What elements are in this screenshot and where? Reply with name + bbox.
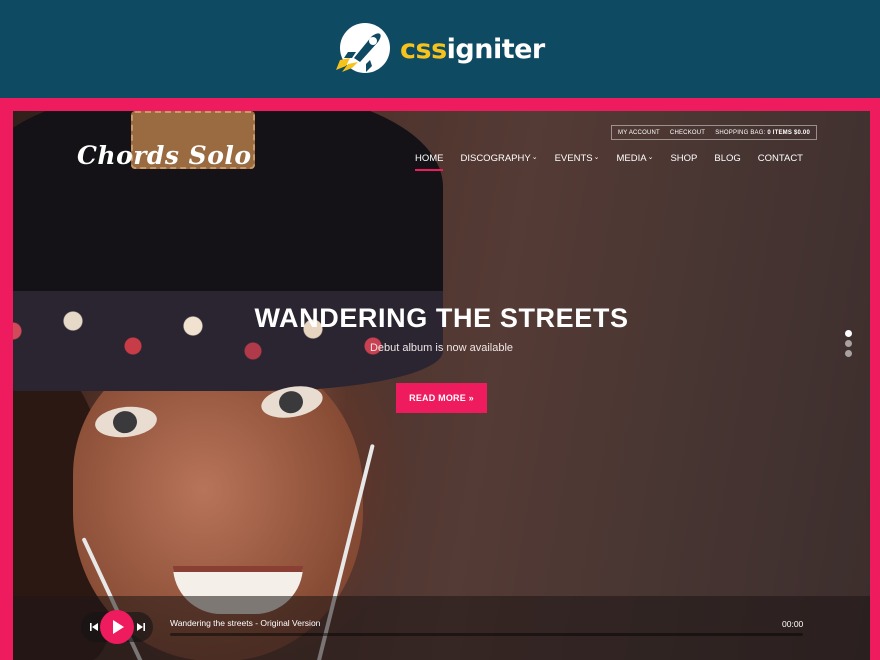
nav-item-label: BLOG: [714, 153, 741, 164]
nav-item-discography[interactable]: DISCOGRAPHY⌄: [460, 153, 537, 170]
nav-item-shop[interactable]: SHOP: [670, 153, 697, 170]
brand-wordmark: cssigniter: [400, 36, 545, 63]
hero-subtitle: Debut album is now available: [369, 342, 514, 354]
nav-item-blog[interactable]: BLOG: [714, 153, 740, 170]
nav-item-events[interactable]: EVENTS⌄: [555, 153, 600, 170]
nav-item-label: HOME: [414, 153, 444, 164]
bag-item-count: 0 ITEMS: [767, 129, 793, 136]
track-time: 00:00: [782, 619, 804, 629]
skip-back-icon[interactable]: [90, 623, 98, 633]
nav-item-home[interactable]: HOME: [414, 153, 444, 171]
audio-player: Wandering the streets - Original Version…: [13, 596, 870, 660]
chevron-down-icon: ⌄: [647, 154, 654, 161]
slider-dot[interactable]: [845, 330, 852, 337]
slider-pagination: [845, 330, 852, 357]
account-bar: MY ACCOUNT CHECKOUT SHOPPING BAG: 0 ITEM…: [611, 125, 817, 140]
cssigniter-brand[interactable]: cssigniter: [332, 22, 545, 76]
nav-item-label: MEDIA: [616, 153, 647, 164]
brand-prefix: css: [400, 33, 447, 65]
nav-item-label: SHOP: [670, 153, 698, 164]
shopping-bag-link[interactable]: SHOPPING BAG: 0 ITEMS $0.00: [715, 130, 810, 136]
slider-dot[interactable]: [845, 340, 852, 347]
nav-item-label: EVENTS: [554, 153, 593, 164]
nav-item-label: DISCOGRAPHY: [460, 153, 531, 164]
track-title: Wandering the streets - Original Version: [170, 618, 321, 628]
cssigniter-header: cssigniter: [0, 0, 880, 98]
brand-suffix: igniter: [446, 33, 546, 65]
hero-title: WANDERING THE STREETS: [254, 303, 629, 333]
rocket-icon: [332, 22, 392, 76]
my-account-link[interactable]: MY ACCOUNT: [618, 130, 660, 136]
nav-item-contact[interactable]: CONTACT: [758, 153, 803, 170]
site-overlay: MY ACCOUNT CHECKOUT SHOPPING BAG: 0 ITEM…: [13, 111, 870, 660]
track-progress-bar[interactable]: [170, 633, 803, 636]
chevron-down-icon: ⌄: [531, 154, 538, 161]
nav-item-media[interactable]: MEDIA⌄: [616, 153, 653, 170]
slider-dot[interactable]: [845, 350, 852, 357]
nav-item-label: CONTACT: [757, 153, 803, 164]
bag-total: $0.00: [793, 129, 810, 136]
site-logo[interactable]: Chords Solo: [77, 141, 252, 170]
main-nav: HOME DISCOGRAPHY⌄ EVENTS⌄ MEDIA⌄ SHOP BL…: [414, 153, 803, 171]
checkout-link[interactable]: CHECKOUT: [670, 130, 705, 136]
shopping-bag-label: SHOPPING BAG:: [715, 129, 766, 136]
chevron-down-icon: ⌄: [593, 154, 600, 161]
read-more-button[interactable]: READ MORE »: [396, 383, 487, 413]
hero-slider: MY ACCOUNT CHECKOUT SHOPPING BAG: 0 ITEM…: [13, 111, 870, 660]
play-button[interactable]: [100, 610, 134, 644]
skip-forward-icon[interactable]: [137, 623, 145, 633]
